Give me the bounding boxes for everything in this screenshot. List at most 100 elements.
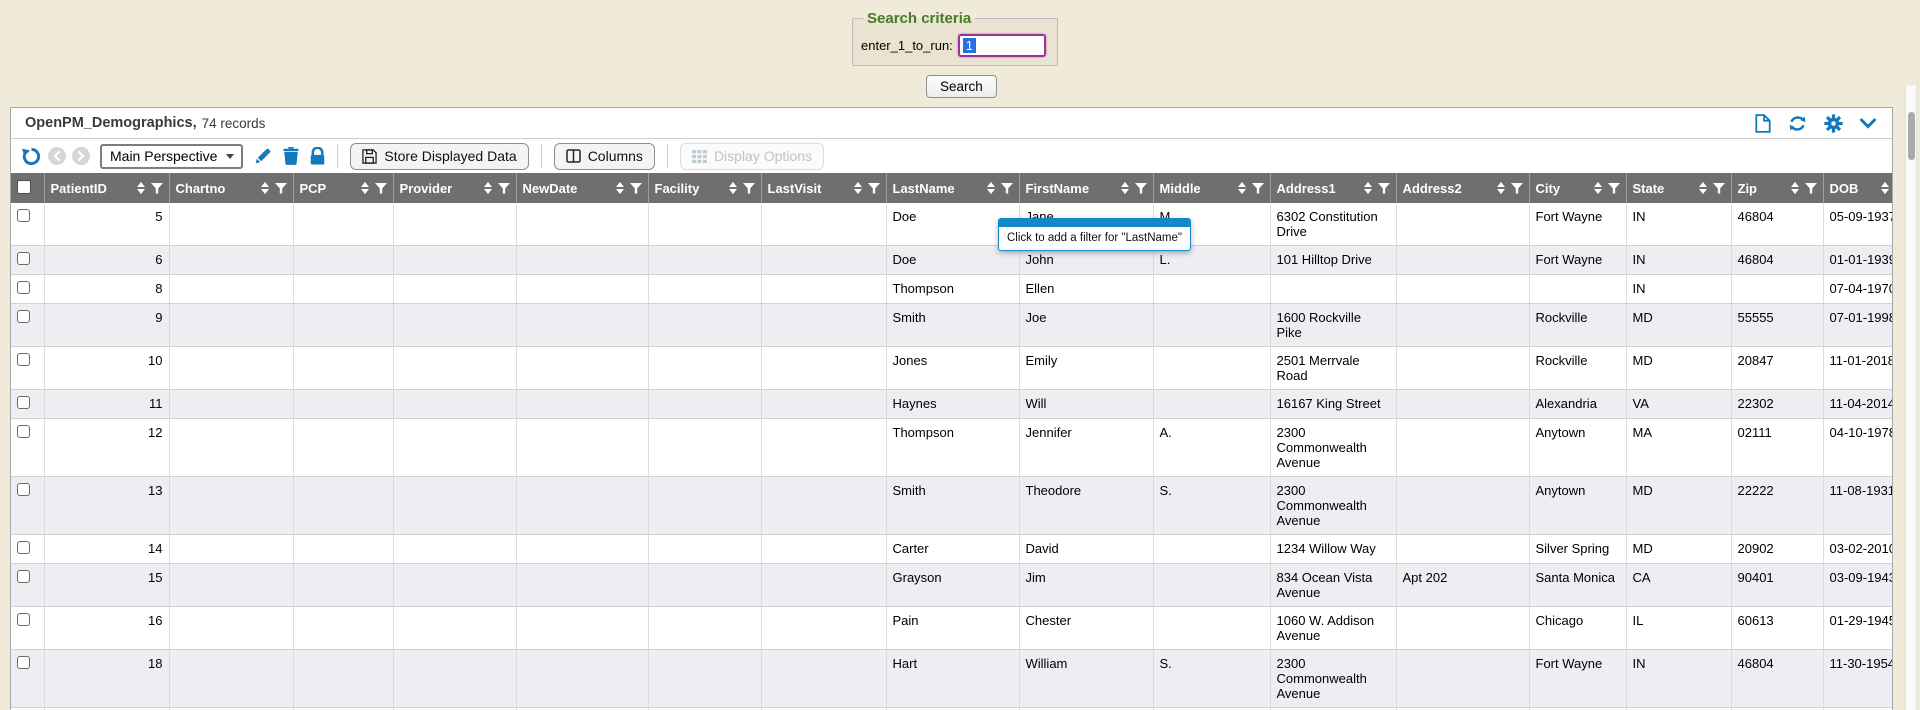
column-header-label: FirstName: [1026, 181, 1115, 196]
chevron-right-icon[interactable]: [72, 147, 90, 165]
column-header-pcp[interactable]: PCP: [293, 173, 393, 203]
columns-button[interactable]: Columns: [554, 143, 655, 170]
cell-facility: [648, 347, 761, 390]
record-count: 74 records: [202, 116, 266, 131]
cell-city: Rockville: [1529, 347, 1626, 390]
search-criteria-panel: Search criteria enter_1_to_run: 1: [852, 10, 1058, 66]
column-header-state[interactable]: State: [1626, 173, 1731, 203]
vertical-scrollbar-thumb[interactable]: [1908, 112, 1915, 160]
sort-icon[interactable]: [361, 182, 369, 194]
document-icon[interactable]: [1755, 114, 1771, 133]
column-header-lastvisit[interactable]: LastVisit: [761, 173, 886, 203]
filter-funnel-icon[interactable]: [868, 183, 880, 194]
cell-pcp: [293, 419, 393, 477]
sort-icon[interactable]: [729, 182, 737, 194]
row-checkbox[interactable]: [17, 281, 30, 294]
vertical-scrollbar-track[interactable]: [1905, 85, 1917, 710]
filter-funnel-icon[interactable]: [1511, 183, 1523, 194]
trash-icon[interactable]: [283, 147, 299, 165]
pencil-icon[interactable]: [254, 147, 272, 165]
column-header-patientid[interactable]: PatientID: [44, 173, 169, 203]
row-select-cell: [11, 390, 44, 419]
filter-funnel-icon[interactable]: [1713, 183, 1725, 194]
column-header-firstname[interactable]: FirstName: [1019, 173, 1153, 203]
filter-funnel-icon[interactable]: [375, 183, 387, 194]
sort-icon[interactable]: [1791, 182, 1799, 194]
sort-icon[interactable]: [616, 182, 624, 194]
filter-funnel-icon[interactable]: [275, 183, 287, 194]
row-checkbox[interactable]: [17, 656, 30, 669]
sort-icon[interactable]: [261, 182, 269, 194]
row-checkbox[interactable]: [17, 396, 30, 409]
filter-funnel-icon[interactable]: [1135, 183, 1147, 194]
column-header-chartno[interactable]: Chartno: [169, 173, 293, 203]
refresh-icon[interactable]: [1788, 114, 1807, 133]
sort-icon[interactable]: [1364, 182, 1372, 194]
column-header-dob[interactable]: DOB: [1823, 173, 1892, 203]
row-checkbox[interactable]: [17, 310, 30, 323]
row-checkbox[interactable]: [17, 541, 30, 554]
search-button[interactable]: Search: [926, 75, 997, 98]
row-select-cell: [11, 607, 44, 650]
column-header-middle[interactable]: Middle: [1153, 173, 1270, 203]
cell-dob: 07-04-1970: [1823, 275, 1892, 304]
column-header-newdate[interactable]: NewDate: [516, 173, 648, 203]
row-checkbox[interactable]: [17, 252, 30, 265]
column-header-address2[interactable]: Address2: [1396, 173, 1529, 203]
column-header-lastname[interactable]: LastName: [886, 173, 1019, 203]
cell-city: Fort Wayne: [1529, 246, 1626, 275]
column-header-zip[interactable]: Zip: [1731, 173, 1823, 203]
filter-funnel-icon[interactable]: [151, 183, 163, 194]
sort-icon[interactable]: [1121, 182, 1129, 194]
sort-icon[interactable]: [854, 182, 862, 194]
table-row: 10JonesEmily2501 Merrvale RoadRockvilleM…: [11, 347, 1892, 390]
filter-funnel-icon[interactable]: [1001, 183, 1013, 194]
column-header-facility[interactable]: Facility: [648, 173, 761, 203]
row-checkbox[interactable]: [17, 613, 30, 626]
chevron-left-icon[interactable]: [48, 147, 66, 165]
table-row: 12ThompsonJenniferA.2300 Commonwealth Av…: [11, 419, 1892, 477]
row-checkbox[interactable]: [17, 570, 30, 583]
sort-icon[interactable]: [1238, 182, 1246, 194]
cell-address1: [1270, 275, 1396, 304]
column-header-provider[interactable]: Provider: [393, 173, 516, 203]
sort-icon[interactable]: [987, 182, 995, 194]
lock-icon[interactable]: [310, 147, 325, 165]
row-checkbox[interactable]: [17, 483, 30, 496]
row-checkbox[interactable]: [17, 209, 30, 222]
cell-state: IL: [1626, 607, 1731, 650]
sort-icon[interactable]: [484, 182, 492, 194]
sort-icon[interactable]: [1881, 182, 1889, 194]
column-header-address1[interactable]: Address1: [1270, 173, 1396, 203]
sort-icon[interactable]: [1699, 182, 1707, 194]
run-input[interactable]: 1: [958, 34, 1046, 57]
run-input-value: 1: [963, 38, 976, 53]
cell-address2: [1396, 390, 1529, 419]
perspective-select[interactable]: Main Perspective: [100, 144, 243, 169]
cell-zip: 20847: [1731, 347, 1823, 390]
filter-funnel-icon[interactable]: [743, 183, 755, 194]
filter-funnel-icon[interactable]: [1608, 183, 1620, 194]
gear-icon[interactable]: [1824, 114, 1843, 133]
filter-funnel-icon[interactable]: [1805, 183, 1817, 194]
row-checkbox[interactable]: [17, 425, 30, 438]
sort-icon[interactable]: [1594, 182, 1602, 194]
cell-zip: 20902: [1731, 535, 1823, 564]
row-select-cell: [11, 203, 44, 246]
select-all-checkbox[interactable]: [17, 180, 31, 194]
filter-funnel-icon[interactable]: [630, 183, 642, 194]
records-table: PatientIDChartnoPCPProviderNewDateFacili…: [11, 173, 1892, 710]
sort-icon[interactable]: [137, 182, 145, 194]
cell-firstname: Jim: [1019, 564, 1153, 607]
row-checkbox[interactable]: [17, 353, 30, 366]
column-header-city[interactable]: City: [1529, 173, 1626, 203]
undo-icon[interactable]: [21, 146, 42, 167]
cell-middle: [1153, 390, 1270, 419]
filter-funnel-icon[interactable]: [1378, 183, 1390, 194]
sort-icon[interactable]: [1497, 182, 1505, 194]
filter-funnel-icon[interactable]: [1252, 183, 1264, 194]
filter-funnel-icon[interactable]: [498, 183, 510, 194]
chevron-down-icon[interactable]: [1860, 118, 1876, 129]
store-displayed-data-button[interactable]: Store Displayed Data: [350, 143, 528, 170]
cell-address1: 2300 Commonwealth Avenue: [1270, 650, 1396, 708]
